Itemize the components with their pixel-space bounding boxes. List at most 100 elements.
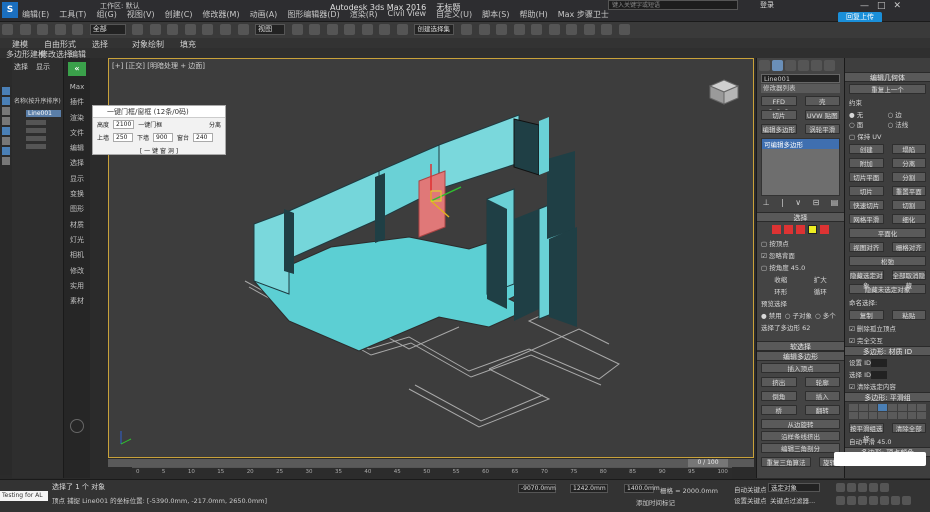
clear-selection-checkbox[interactable]: ☑ 清除选定内容 (845, 380, 930, 392)
preview-multi-radio[interactable]: ○ 多个 (815, 310, 836, 320)
search-input[interactable]: 键入关键字或短语 (608, 0, 738, 10)
go-to-start-icon[interactable] (836, 483, 845, 492)
lower-wall-field[interactable]: 900 (153, 133, 174, 142)
full-interactivity-checkbox[interactable]: ☑ 完全交互 (845, 334, 930, 346)
maxscript-listener[interactable]: Testing for AL (0, 491, 48, 501)
edge-level-icon[interactable] (784, 225, 793, 234)
sg-button[interactable] (888, 404, 897, 411)
edit-poly-button[interactable]: 编辑多边形 (761, 124, 797, 134)
set-key-button[interactable]: 设置关键点 (734, 495, 767, 505)
height-field[interactable]: 2100 (113, 120, 135, 129)
rendered-frame-icon[interactable] (601, 24, 613, 35)
edit-triangulation-button[interactable]: 编辑三角剖分 (761, 443, 840, 453)
constraint-face-radio[interactable]: ○ 面 (849, 119, 888, 129)
configure-sets-icon[interactable]: ▤ (831, 198, 839, 208)
tool-icon-1[interactable] (2, 87, 10, 95)
sg-button[interactable] (917, 412, 926, 419)
track-bar[interactable]: 0 5 10 15 20 25 30 35 40 45 50 55 60 65 … (132, 467, 732, 479)
material-editor-icon[interactable] (566, 24, 578, 35)
sg-button[interactable] (849, 404, 858, 411)
close-icon[interactable]: ✕ (894, 1, 902, 11)
wall-back-right[interactable] (438, 114, 520, 190)
sg-button[interactable] (907, 404, 917, 411)
graphite-toggle-icon[interactable] (513, 24, 525, 35)
scene-tree-header[interactable]: 名称(按升序排序) (12, 76, 63, 107)
select-object-icon[interactable] (132, 24, 144, 35)
select-manipulate-icon[interactable] (309, 24, 321, 35)
scene-tree-item[interactable] (26, 136, 46, 141)
orbit-icon[interactable] (891, 496, 900, 505)
align-icon[interactable] (478, 24, 490, 35)
border-level-icon[interactable] (796, 225, 805, 234)
selection-filter-dropdown[interactable]: 全部 (89, 24, 126, 35)
scene-tab-display[interactable]: 显示 (36, 62, 50, 72)
menu-animation[interactable]: 动画(A) (250, 9, 278, 20)
outline-button[interactable]: 轮廓 (804, 377, 840, 387)
render-setup-icon[interactable] (583, 24, 595, 35)
sg-button[interactable] (858, 412, 868, 419)
bevel-button[interactable]: 倒角 (761, 391, 797, 401)
cmd-edit[interactable]: 编辑 (64, 141, 90, 156)
element-level-icon[interactable] (820, 225, 829, 234)
time-slider-thumb[interactable]: 0 / 100 (688, 459, 728, 467)
z-coordinate-field[interactable]: 1400.0mm (624, 484, 660, 493)
cmd-plugin[interactable]: 插件 (64, 95, 90, 110)
sg-button[interactable] (868, 412, 878, 419)
render-production-icon[interactable] (618, 24, 630, 35)
ffd-button[interactable]: FFD 2x2x2 (761, 96, 797, 116)
tool-icon-7[interactable] (2, 147, 10, 155)
y-coordinate-field[interactable]: 1242.0mm (570, 484, 608, 493)
preview-subobject-radio[interactable]: ○ 子对象 (785, 310, 812, 320)
rect-selection-icon[interactable] (167, 24, 179, 35)
bridge-button[interactable]: 桥 (761, 405, 797, 415)
quickslice-button[interactable]: 快速切片 (849, 200, 884, 210)
object-name-field[interactable]: Line001 (761, 74, 840, 83)
by-angle-checkbox[interactable]: ▢ 按角度 45.0 (757, 261, 844, 273)
unhide-all-button[interactable]: 全部取消隐藏 (891, 270, 926, 290)
scene-tree-item[interactable] (26, 144, 46, 149)
curve-editor-icon[interactable] (531, 24, 543, 35)
sg-button[interactable] (907, 412, 917, 419)
tessellate-button[interactable]: 细化 (891, 214, 926, 224)
pivot-icon[interactable] (291, 24, 303, 35)
maximize-viewport-icon[interactable] (902, 496, 911, 505)
constraint-edge-radio[interactable]: ○ 边 (888, 109, 927, 119)
cut-button[interactable]: 切割 (891, 200, 926, 210)
x-coordinate-field[interactable]: -9070.0mm (518, 484, 556, 493)
clear-all-sg-button[interactable]: 清除全部 (891, 423, 926, 433)
scene-tree-item[interactable] (26, 128, 46, 133)
schematic-view-icon[interactable] (548, 24, 560, 35)
scale-icon[interactable] (237, 24, 249, 35)
select-by-name-icon[interactable] (149, 24, 161, 35)
next-frame-icon[interactable] (869, 483, 878, 492)
pan-icon[interactable] (880, 496, 889, 505)
preview-disabled-radio[interactable]: ● 禁用 (761, 310, 782, 320)
select-by-sg-button[interactable]: 按平滑组选择 (849, 423, 884, 443)
selection-rollout-header[interactable]: 选择 (757, 212, 844, 222)
menu-modifiers[interactable]: 修改器(M) (202, 9, 239, 20)
turbosmooth-button[interactable]: 涡轮平滑 (804, 124, 840, 134)
window-crossing-icon[interactable] (184, 24, 196, 35)
material-ids-header[interactable]: 多边形: 材质 ID (845, 346, 930, 356)
constraint-none-radio[interactable]: ● 无 (849, 109, 888, 119)
redo-icon[interactable] (19, 24, 31, 35)
zoom-all-icon[interactable] (847, 496, 856, 505)
detach-button[interactable]: 分离 (209, 120, 221, 129)
detach-geo-button[interactable]: 分离 (891, 158, 926, 168)
modify-tab-icon[interactable] (772, 60, 783, 71)
hide-unselected-button[interactable]: 隐藏未选定对象 (849, 284, 926, 294)
angle-snap-icon[interactable] (361, 24, 373, 35)
flip-button[interactable]: 翻转 (804, 405, 840, 415)
scene-tree-item[interactable] (26, 120, 46, 125)
sg-button[interactable] (888, 412, 897, 419)
hide-selected-button[interactable]: 隐藏选定对象 (849, 270, 884, 290)
plugin-logo-icon[interactable]: « (68, 62, 86, 76)
hierarchy-tab-icon[interactable] (785, 60, 796, 71)
polygon-level-icon[interactable] (808, 225, 817, 234)
sg-button[interactable] (858, 404, 868, 411)
loop-button[interactable]: 循环 (814, 286, 827, 296)
cmd-display[interactable]: 显示 (64, 172, 90, 187)
spinner-snap-icon[interactable] (396, 24, 408, 35)
move-icon[interactable] (202, 24, 214, 35)
link-icon[interactable] (37, 24, 49, 35)
